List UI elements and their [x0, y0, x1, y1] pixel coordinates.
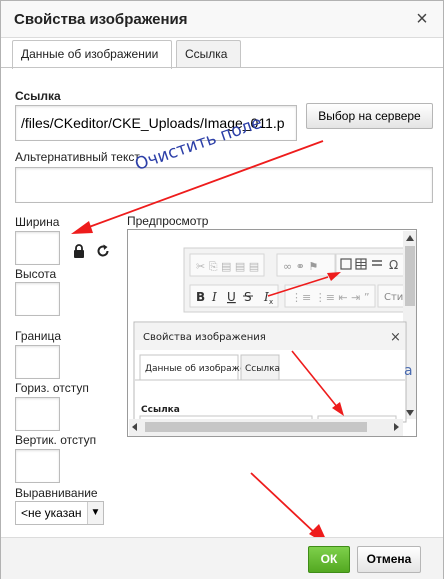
svg-text:Свойства изображения: Свойства изображения: [143, 332, 266, 343]
svg-text:Ссылка: Ссылка: [141, 405, 180, 415]
svg-text:Ссылка: Ссылка: [245, 364, 280, 374]
svg-text:B: B: [196, 290, 205, 304]
preview-label: Предпросмотр: [127, 214, 209, 228]
svg-text:∞ ⚭ ⚑: ∞ ⚭ ⚑: [283, 260, 318, 273]
hspace-label: Гориз. отступ: [15, 381, 89, 395]
width-label: Ширина: [15, 215, 60, 229]
align-label: Выравнивание: [15, 486, 98, 500]
svg-text:S: S: [244, 290, 252, 304]
browse-server-button[interactable]: Выбор на сервере: [306, 103, 433, 129]
border-label: Граница: [15, 329, 62, 343]
arrow-head-width: [71, 221, 93, 234]
lock-ratio-icon[interactable]: [73, 244, 85, 263]
svg-text:⋮≡ ⋮≡ ⇤ ⇥ ”: ⋮≡ ⋮≡ ⇤ ⇥ ”: [291, 291, 370, 304]
alt-text-input[interactable]: [15, 167, 433, 203]
tab-image-info[interactable]: Данные об изображении: [12, 40, 172, 69]
svg-text:a: a: [404, 363, 413, 379]
svg-text:I: I: [211, 290, 217, 304]
url-label: Ссылка: [15, 89, 61, 103]
svg-text:×: ×: [390, 330, 401, 345]
svg-text:x: x: [269, 298, 273, 306]
preview-screenshot: ✂ ⎘ ▤ ▤ ▤ ∞ ⚭ ⚑ Ω B I U S I x ⋮≡ ⋮≡ ⇤ ⇥ …: [128, 230, 416, 436]
reset-size-icon[interactable]: [96, 244, 110, 263]
svg-text:✂ ⎘ ▤ ▤ ▤: ✂ ⎘ ▤ ▤ ▤: [196, 260, 259, 273]
vspace-input[interactable]: [15, 449, 60, 483]
chevron-down-icon: ▼: [87, 502, 103, 524]
image-properties-dialog: Свойства изображения × Данные об изображ…: [0, 0, 444, 579]
arrow-to-ok-button: [250, 472, 317, 535]
border-input[interactable]: [15, 345, 60, 379]
height-input[interactable]: [15, 282, 60, 316]
svg-text:U: U: [227, 290, 236, 304]
alt-text-label: Альтернативный текст: [15, 150, 140, 164]
align-select-value: <не указан: [21, 506, 82, 520]
width-input[interactable]: [15, 231, 60, 265]
height-label: Высота: [15, 267, 57, 281]
dialog-title: Свойства изображения: [14, 11, 188, 28]
vspace-label: Вертик. отступ: [15, 433, 97, 447]
hspace-input[interactable]: [15, 397, 60, 431]
tab-link[interactable]: Ссылка: [176, 40, 241, 68]
ok-button[interactable]: ОК: [308, 546, 350, 573]
close-icon[interactable]: ×: [411, 8, 433, 30]
svg-text:Ω: Ω: [389, 258, 398, 272]
preview-area: ✂ ⎘ ▤ ▤ ▤ ∞ ⚭ ⚑ Ω B I U S I x ⋮≡ ⋮≡ ⇤ ⇥ …: [127, 229, 417, 437]
tab-divider: [1, 67, 443, 68]
cancel-button[interactable]: Отмена: [357, 546, 421, 573]
align-select[interactable]: <не указан ▼: [15, 501, 104, 525]
dialog-titlebar[interactable]: Свойства изображения ×: [1, 1, 443, 38]
